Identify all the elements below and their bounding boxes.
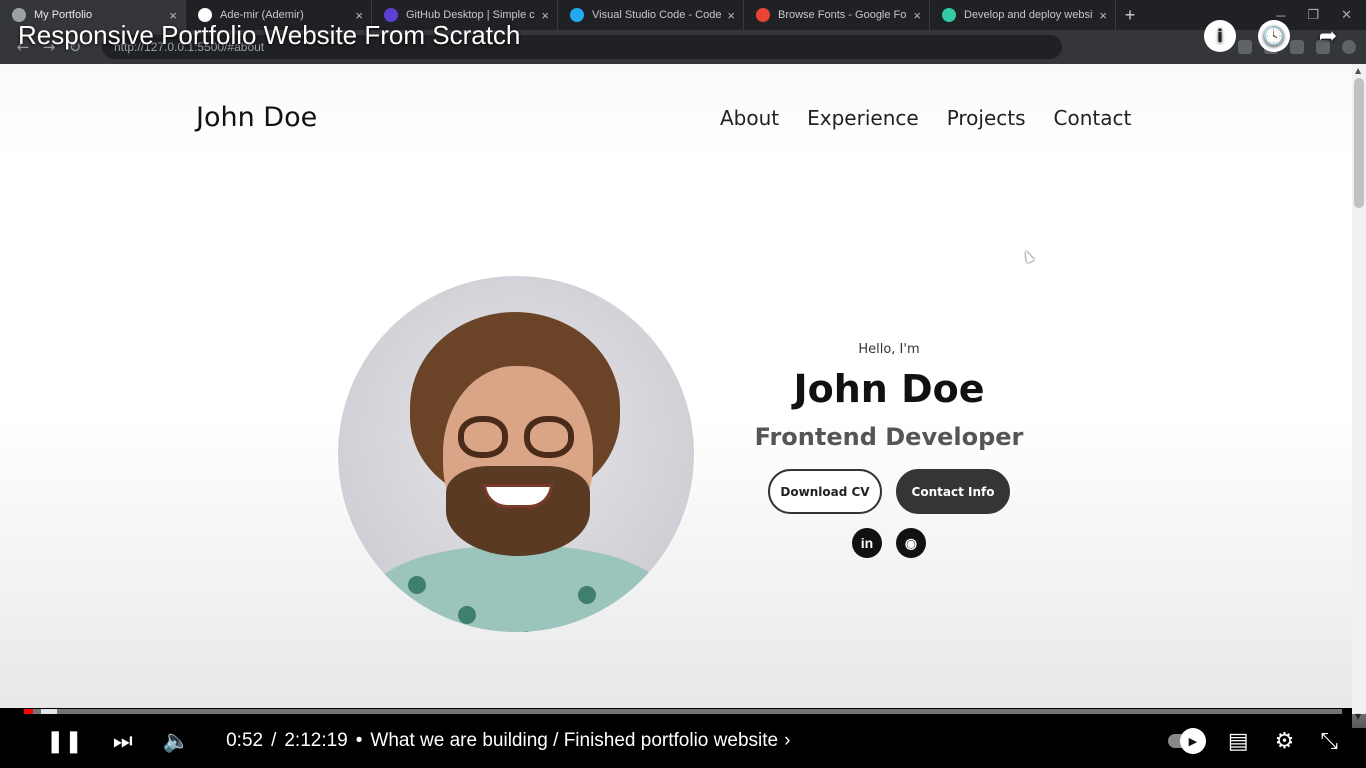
- chapter-title[interactable]: What we are building / Finished portfoli…: [370, 730, 778, 752]
- current-time: 0:52: [226, 730, 264, 751]
- pause-icon[interactable]: ❚❚: [46, 729, 83, 754]
- volume-icon[interactable]: 🔈: [163, 729, 190, 754]
- social-links: in ◉: [740, 528, 1038, 558]
- exit-fullscreen-icon[interactable]: ⤡: [1320, 729, 1338, 754]
- linkedin-icon[interactable]: in: [852, 528, 882, 558]
- tab-favicon-icon: [756, 8, 770, 22]
- chapter-separator: •: [355, 730, 363, 751]
- video-title[interactable]: Responsive Portfolio Website From Scratc…: [18, 20, 520, 51]
- video-controls-right: ▶ ▤ ⚙ ⤡: [1167, 728, 1366, 754]
- tab-close-icon[interactable]: ×: [1099, 8, 1107, 23]
- site-nav: About Experience Projects Contact: [720, 106, 1131, 130]
- nav-link-projects[interactable]: Projects: [947, 106, 1026, 130]
- github-icon[interactable]: ◉: [896, 528, 926, 558]
- tab-close-icon[interactable]: ×: [727, 8, 735, 23]
- nav-link-contact[interactable]: Contact: [1054, 106, 1132, 130]
- hero-role: Frontend Developer: [754, 423, 1024, 451]
- profile-glasses-left: [458, 416, 508, 458]
- watch-later-icon[interactable]: 🕓: [1258, 20, 1290, 52]
- profile-avatar[interactable]: [1342, 40, 1356, 54]
- tab-label: Browse Fonts - Google Fon: [778, 9, 908, 21]
- profile-picture: [338, 276, 694, 632]
- video-top-actions: i 🕓 ➦: [1204, 20, 1344, 52]
- video-controls: ❚❚ ⏭ 🔈 0:52 / 2:12:19 • What we are buil…: [0, 714, 1366, 768]
- next-video-icon[interactable]: ⏭: [113, 729, 133, 754]
- page-scrollbar[interactable]: ▲ ▼: [1352, 64, 1366, 728]
- tab-label: Visual Studio Code - Code I: [592, 9, 722, 21]
- tab-favicon-icon: [570, 8, 584, 22]
- profile-shirt: [368, 546, 668, 632]
- chapter-chevron-icon[interactable]: ›: [784, 730, 790, 752]
- scrollbar-thumb[interactable]: [1354, 78, 1364, 208]
- profile-glasses-right: [524, 416, 574, 458]
- tab-close-icon[interactable]: ×: [913, 8, 921, 23]
- share-icon[interactable]: ➦: [1312, 20, 1344, 52]
- tab-close-icon[interactable]: ×: [541, 8, 549, 23]
- duration: 2:12:19: [284, 730, 348, 751]
- mouse-cursor: [1021, 248, 1035, 264]
- tab-label: Develop and deploy websit: [964, 9, 1094, 21]
- autoplay-toggle[interactable]: ▶: [1167, 728, 1206, 754]
- autoplay-play-icon: ▶: [1179, 728, 1206, 754]
- profile-beard: [446, 466, 590, 556]
- subtitles-icon[interactable]: ▤: [1228, 729, 1249, 754]
- tab-favicon-icon: [942, 8, 956, 22]
- new-tab-button[interactable]: +: [1116, 0, 1144, 30]
- settings-icon[interactable]: ⚙: [1275, 729, 1295, 754]
- browser-tab[interactable]: Visual Studio Code - Code I ×: [558, 0, 744, 30]
- site-logo[interactable]: John Doe: [196, 102, 317, 133]
- website-viewport: John Doe About Experience Projects Conta…: [0, 64, 1352, 708]
- greeting-text: Hello, I'm: [858, 342, 920, 357]
- scroll-up-icon[interactable]: ▲: [1355, 66, 1361, 75]
- browser-tab[interactable]: Browse Fonts - Google Fon ×: [744, 0, 930, 30]
- info-icon[interactable]: i: [1204, 20, 1236, 52]
- download-cv-button[interactable]: Download CV: [768, 469, 882, 514]
- hero-name: John Doe: [793, 367, 985, 411]
- hero-buttons: Download CV Contact Info: [740, 469, 1038, 514]
- nav-link-experience[interactable]: Experience: [807, 106, 919, 130]
- nav-link-about[interactable]: About: [720, 106, 779, 130]
- contact-info-button[interactable]: Contact Info: [896, 469, 1010, 514]
- intro-section: Hello, I'm John Doe Frontend Developer D…: [740, 342, 1038, 558]
- browser-tab[interactable]: Develop and deploy websit ×: [930, 0, 1116, 30]
